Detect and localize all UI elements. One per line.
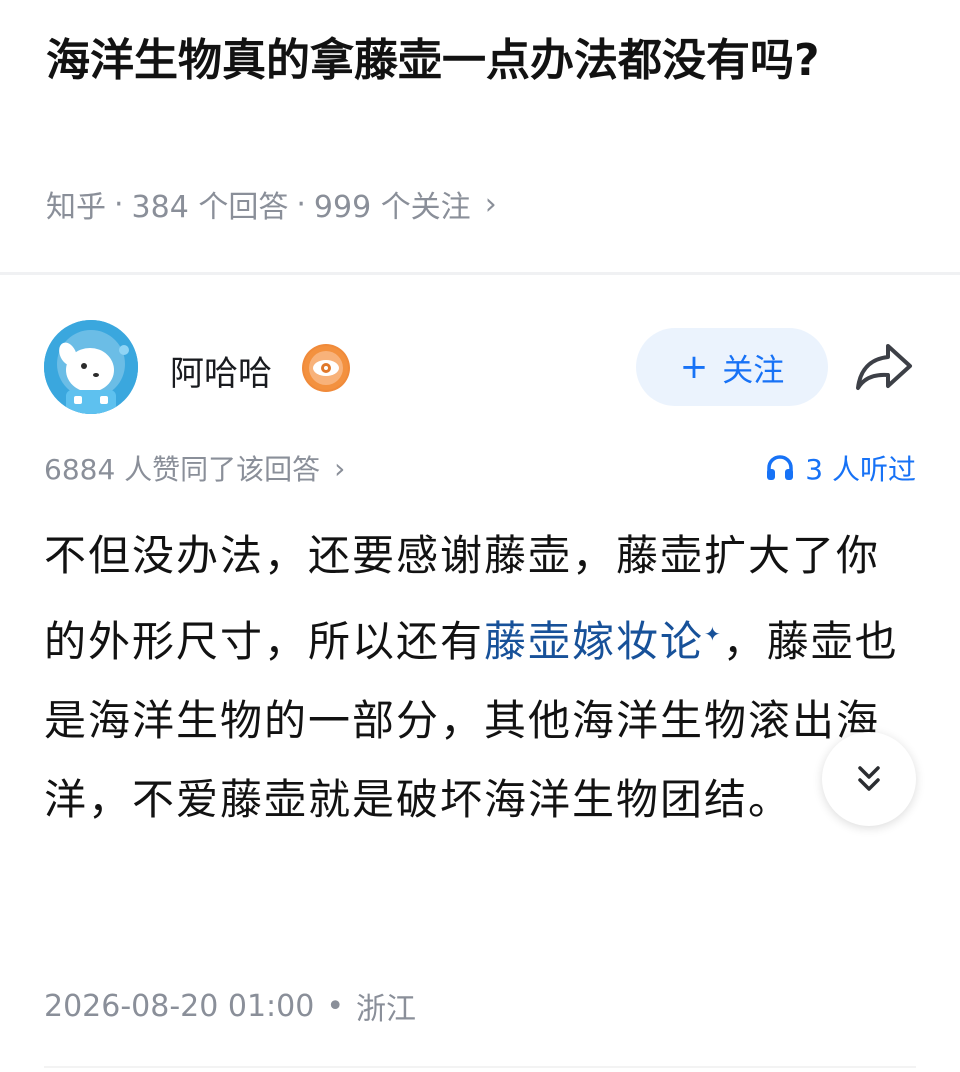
double-chevron-down-icon [858,766,880,791]
agree-count: 6884 人赞同了该回答 [44,453,321,486]
meta-separator: · [114,186,124,222]
author-row: 阿哈哈 + 关注 [44,320,916,414]
follow-label: 关注 [722,352,785,389]
question-source: 知乎 [46,190,106,225]
sparkle-icon: ✦ [704,622,723,646]
answer-content: 不但没办法，还要感谢藤壶，藤壶扩大了你的外形尺寸，所以还有藤壶嫁妆论✦，藤壶也是… [44,516,904,839]
answer-footer: 2026-08-20 01:00 • 浙江 [44,984,416,1028]
follower-count: 999 个关注 [313,190,471,225]
answer-stats: 6884 人赞同了该回答 › 3 人听过 [44,448,916,492]
astronaut-dog-avatar-icon [44,320,138,414]
chevron-right-icon: › [334,451,346,485]
plus-icon: + [679,347,709,387]
eye-badge-icon[interactable] [302,344,350,392]
listen-count: 3 人听过 [805,453,916,486]
author-name[interactable]: 阿哈哈 [170,346,272,395]
share-arrow-icon [856,344,912,390]
question-meta[interactable]: 知乎 · 384 个回答 · 999 个关注 › [46,182,497,226]
answer-count: 384 个回答 [131,190,289,225]
share-button[interactable] [852,338,916,396]
question-header: 海洋生物真的拿藤壶一点办法都没有吗? [46,30,916,92]
agree-count-link[interactable]: 6884 人赞同了该回答 › [44,448,345,488]
follow-button[interactable]: + 关注 [636,328,828,406]
section-divider [0,272,960,275]
listen-link[interactable]: 3 人听过 [765,448,916,488]
answer-keyword-link[interactable]: 藤壶嫁妆论✦ [484,617,723,666]
avatar[interactable] [44,320,138,414]
meta-separator: • [326,988,345,1024]
expand-button[interactable] [822,732,916,826]
bottom-divider [44,1066,916,1068]
answer-location: 浙江 [356,992,417,1027]
answer-date: 2026-08-20 01:00 [44,988,315,1024]
keyword-link-text: 藤壶嫁妆论 [484,617,705,666]
question-title[interactable]: 海洋生物真的拿藤壶一点办法都没有吗? [46,30,916,92]
meta-separator: · [296,186,306,222]
chevron-right-icon: › [484,186,497,222]
eye-icon [304,346,348,390]
headphones-icon [767,455,794,480]
